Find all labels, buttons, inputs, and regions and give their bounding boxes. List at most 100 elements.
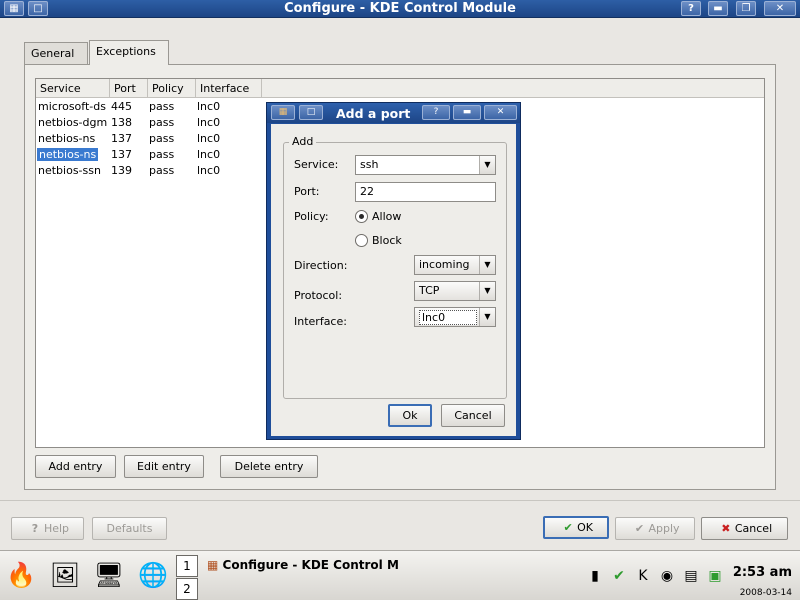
chevron-down-icon[interactable]: ▼ <box>479 308 495 326</box>
delete-entry-button[interactable]: Delete entry <box>220 455 318 478</box>
defaults-button[interactable]: Defaults <box>92 517 167 540</box>
network-icon[interactable]: ▣ <box>706 567 724 585</box>
block-label[interactable]: Block <box>372 234 402 247</box>
cell-policy: pass <box>149 132 175 145</box>
interface-label: Interface: <box>294 315 347 328</box>
computer-icon[interactable]: 🖥 <box>92 558 126 592</box>
close-icon[interactable]: ✕ <box>764 1 796 16</box>
help-label: Help <box>43 522 70 535</box>
klipper-icon[interactable]: K <box>634 567 652 585</box>
task-title: Configure - KDE Control M <box>222 558 399 572</box>
interface-combo[interactable]: lnc0 ▼ <box>414 307 496 327</box>
cell-policy: pass <box>149 164 175 177</box>
minimize-icon[interactable]: ▬ <box>453 105 481 120</box>
dialog-title: Add a port <box>336 106 411 121</box>
cell-service: microsoft-ds <box>38 100 106 113</box>
minimize-icon[interactable]: ▬ <box>708 1 728 16</box>
chevron-down-icon[interactable]: ▼ <box>479 282 495 300</box>
desktop-icon[interactable]: 🖼 <box>48 558 82 592</box>
desktop-2-button[interactable]: 2 <box>176 578 198 600</box>
tab-exceptions-label: Exceptions <box>96 45 156 58</box>
apply-label: Apply <box>648 522 680 535</box>
dialog-ok-button[interactable]: Ok <box>388 404 432 427</box>
tab-general[interactable]: General <box>24 42 88 64</box>
column-policy[interactable]: Policy <box>148 79 196 98</box>
list-header: Service Port Policy Interface <box>36 79 764 98</box>
protocol-value: TCP <box>419 284 440 297</box>
tab-exceptions[interactable]: Exceptions <box>89 40 169 65</box>
cell-port: 139 <box>111 164 132 177</box>
group-title: Add <box>289 135 317 148</box>
clock-date: 2008-03-14 <box>739 588 792 598</box>
clock-time[interactable]: 2:53 am <box>733 565 792 580</box>
ok-button[interactable]: ✔ OK <box>543 516 609 539</box>
browser-icon[interactable]: 🌐 <box>136 558 170 592</box>
checkmark-icon[interactable]: ✔ <box>610 567 628 585</box>
firewall-icon[interactable]: ▦ <box>271 105 295 120</box>
service-combo[interactable]: ssh ▼ <box>355 155 496 175</box>
chevron-down-icon[interactable]: ▼ <box>479 256 495 274</box>
cell-interface: lnc0 <box>197 132 221 145</box>
cell-policy: pass <box>149 148 175 161</box>
block-radio[interactable] <box>355 234 368 247</box>
column-interface[interactable]: Interface <box>196 79 262 98</box>
cancel-label: Cancel <box>734 522 773 535</box>
direction-value: incoming <box>419 258 470 271</box>
firewall-icon: ▦ <box>207 558 219 572</box>
add-port-dialog[interactable]: ▦ □ Add a port ? ▬ ✕ Add Service: ssh ▼ … <box>266 102 521 440</box>
desktop-1-button[interactable]: 1 <box>176 555 198 577</box>
port-field[interactable]: 22 <box>355 182 496 202</box>
sticky-icon[interactable]: □ <box>299 105 323 120</box>
table-row[interactable]: netbios-ns 137 pass lnc0 <box>36 147 266 163</box>
cell-interface: lnc0 <box>197 116 221 129</box>
table-row[interactable]: microsoft-ds 445 pass lnc0 <box>36 99 266 115</box>
cell-policy: pass <box>149 116 175 129</box>
table-row[interactable]: netbios-ssn 139 pass lnc0 <box>36 163 266 179</box>
help-icon[interactable]: ? <box>681 1 701 16</box>
cell-interface: lnc0 <box>197 100 221 113</box>
allow-radio[interactable] <box>355 210 368 223</box>
table-row[interactable]: netbios-dgm 138 pass lnc0 <box>36 115 266 131</box>
direction-label: Direction: <box>294 259 348 272</box>
add-entry-button[interactable]: Add entry <box>35 455 116 478</box>
protocol-combo[interactable]: TCP ▼ <box>414 281 496 301</box>
tab-general-label: General <box>31 47 75 60</box>
dialog-cancel-button[interactable]: Cancel <box>441 404 505 427</box>
cell-port: 138 <box>111 116 132 129</box>
cell-port: 445 <box>111 100 132 113</box>
cell-service: netbios-dgm <box>38 116 108 129</box>
protocol-label: Protocol: <box>294 289 343 302</box>
allow-label[interactable]: Allow <box>372 210 401 223</box>
column-service[interactable]: Service <box>36 79 110 98</box>
maximize-icon[interactable]: ❐ <box>736 1 756 16</box>
cancel-button[interactable]: ✖ Cancel <box>701 517 788 540</box>
window-icon[interactable]: ▤ <box>682 567 700 585</box>
cell-service: netbios-ns <box>38 132 96 145</box>
apply-button[interactable]: ✔ Apply <box>615 517 695 540</box>
checkmark-icon: ✔ <box>563 521 573 534</box>
ok-label: OK <box>577 521 593 534</box>
close-icon[interactable]: ✕ <box>484 105 517 120</box>
taskbar-window-button[interactable]: ▦ Configure - KDE Control M <box>207 558 407 576</box>
service-value: ssh <box>360 158 379 171</box>
edit-entry-button[interactable]: Edit entry <box>124 455 204 478</box>
direction-combo[interactable]: incoming ▼ <box>414 255 496 275</box>
eye-icon[interactable]: ◉ <box>658 567 676 585</box>
chevron-down-icon[interactable]: ▼ <box>479 156 495 174</box>
window-title: Configure - KDE Control Module <box>284 1 516 16</box>
help-icon[interactable]: ? <box>422 105 450 120</box>
service-label: Service: <box>294 158 339 171</box>
kmenu-icon[interactable]: 🔥 <box>4 558 38 592</box>
cell-policy: pass <box>149 100 175 113</box>
column-port[interactable]: Port <box>110 79 148 98</box>
dialog-titlebar[interactable]: ▦ □ Add a port ? ▬ ✕ <box>267 103 520 123</box>
window-titlebar[interactable]: ▦ □ Configure - KDE Control Module ? ▬ ❐… <box>0 0 800 18</box>
policy-label: Policy: <box>294 210 329 223</box>
cell-port: 137 <box>111 132 132 145</box>
interface-value: lnc0 <box>419 310 477 325</box>
battery-icon[interactable]: ▮ <box>586 567 604 585</box>
table-row[interactable]: netbios-ns 137 pass lnc0 <box>36 131 266 147</box>
cell-interface: lnc0 <box>197 164 221 177</box>
taskbar: 🔥 🖼 🖥 🌐 1 2 ▦ Configure - KDE Control M … <box>0 550 800 600</box>
help-button[interactable]: ? Help <box>11 517 84 540</box>
